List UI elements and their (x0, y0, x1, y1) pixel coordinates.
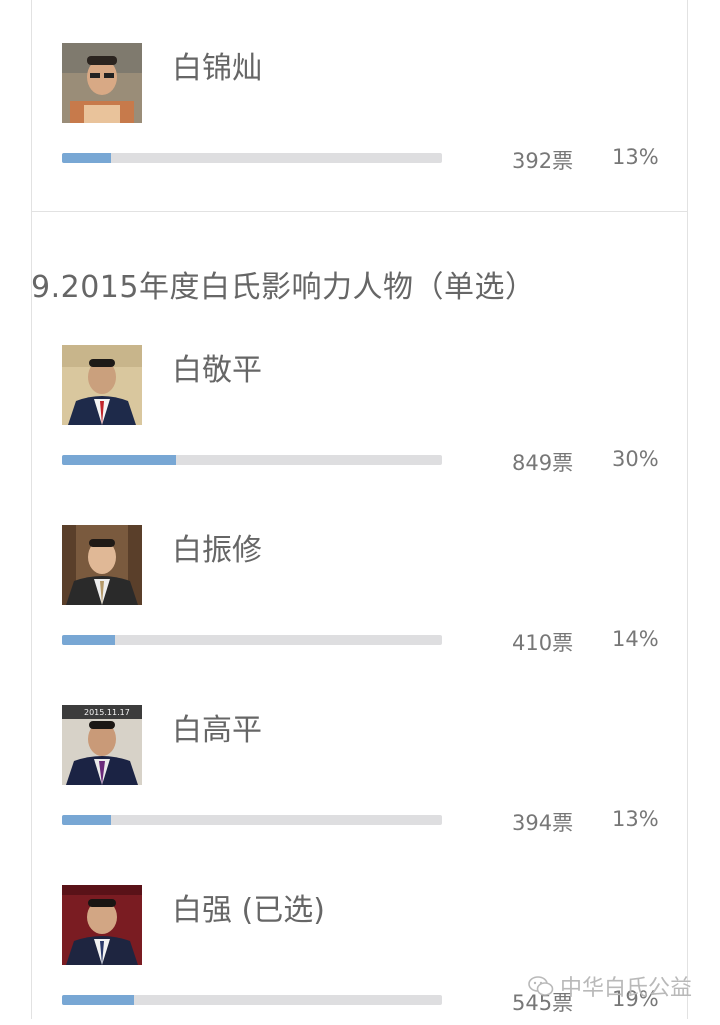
question-title: 9.2015年度白氏影响力人物（单选） (31, 270, 536, 305)
candidate-name: 白强 (已选) (172, 893, 325, 928)
vote-progress-fill (62, 995, 135, 1005)
vote-count: 410票 (512, 631, 574, 655)
vote-percent: 13% (612, 145, 659, 169)
avatar (62, 43, 142, 123)
candidate-name: 白振修 (172, 533, 262, 568)
avatar (62, 525, 142, 605)
account-watermark: 中华白氏公益 (528, 970, 692, 1002)
candidate-name: 白高平 (172, 713, 262, 748)
watermark-text: 中华白氏公益 (560, 976, 693, 1001)
candidate-name: 白敬平 (172, 353, 262, 388)
candidate-item[interactable]: 白敬平 849票 30% (0, 345, 720, 485)
vote-progress-bar (62, 635, 442, 645)
candidate-item[interactable]: 白锦灿 392票 13% (0, 43, 720, 183)
vote-progress-fill (62, 635, 116, 645)
vote-progress-fill (62, 455, 176, 465)
vote-progress-fill (62, 815, 112, 825)
candidate-item[interactable]: 2015.11.17 白高平 394票 13% (0, 705, 720, 845)
vote-progress-fill (62, 153, 112, 163)
vote-progress-bar (62, 153, 442, 163)
avatar: 2015.11.17 (62, 705, 142, 785)
vote-progress-bar (62, 995, 442, 1005)
candidate-item[interactable]: 白强 (已选) 545票 19% (0, 885, 720, 1025)
vote-progress-bar (62, 455, 442, 465)
wechat-icon (528, 976, 554, 996)
candidate-item[interactable]: 白振修 410票 14% (0, 525, 720, 665)
vote-count: 392票 (512, 149, 574, 173)
vote-count: 849票 (512, 451, 574, 475)
avatar (62, 345, 142, 425)
vote-progress-bar (62, 815, 442, 825)
vote-percent: 14% (612, 627, 659, 651)
candidate-name: 白锦灿 (172, 51, 262, 86)
vote-percent: 30% (612, 447, 659, 471)
photo-date-stamp: 2015.11.17 (84, 708, 130, 717)
vote-count: 394票 (512, 811, 574, 835)
vote-percent: 13% (612, 807, 659, 831)
avatar (62, 885, 142, 965)
